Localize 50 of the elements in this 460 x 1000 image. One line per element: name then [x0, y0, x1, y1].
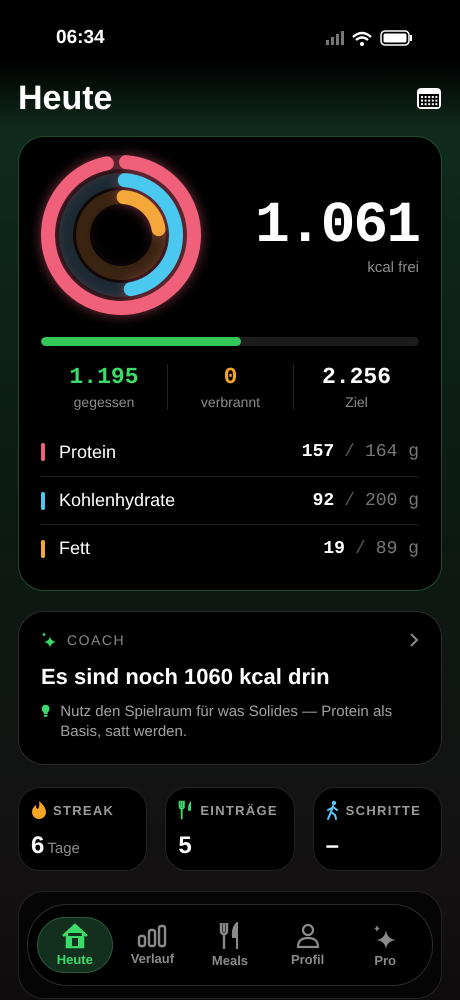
bar-chart-icon	[137, 924, 168, 948]
stat-label: Ziel	[345, 394, 368, 410]
person-icon	[296, 923, 320, 949]
tab-item[interactable]: Meals	[192, 917, 268, 973]
battery-icon	[380, 30, 412, 46]
coach-label: COACH	[67, 632, 126, 648]
remaining-label: kcal frei	[367, 259, 419, 276]
tile-value: 6	[31, 832, 44, 860]
chevron-right-icon[interactable]	[409, 632, 419, 648]
coach-tip: Nutz den Spielraum für was Solides — Protein als Basis, satt werden.	[60, 702, 394, 742]
slash-separator: /	[344, 442, 355, 462]
status-time: 06:34	[56, 27, 105, 49]
tile-value: 5	[178, 832, 192, 860]
tab-item[interactable]: Heute	[36, 917, 113, 973]
tile-value: –	[326, 832, 340, 860]
macro-eaten: 19	[323, 538, 345, 558]
fork-knife-icon	[218, 922, 241, 950]
page-title: Heute	[18, 78, 112, 118]
tile-label: EINTRÄGE	[200, 802, 278, 818]
macro-name: Kohlenhydrate	[59, 490, 176, 511]
stat-value: 0	[224, 364, 238, 390]
tab-item[interactable]: Verlauf	[114, 917, 190, 973]
tab-item[interactable]: Profil	[270, 917, 346, 973]
macro-goal: 200 g	[364, 490, 419, 510]
flame-icon	[31, 800, 47, 820]
slash-separator: /	[344, 490, 355, 510]
sparkle-icon	[41, 632, 57, 648]
coach-headline: Es sind noch 1060 kcal drin	[41, 664, 331, 690]
lightbulb-icon	[41, 702, 50, 720]
stat-label: verbrannt	[200, 394, 260, 410]
remaining-calories: 1.061	[254, 194, 419, 259]
macro-goal: 89 g	[376, 538, 419, 558]
macro-goal: 164 g	[364, 442, 419, 462]
wifi-icon	[352, 30, 372, 46]
tile-unit: Tage	[47, 840, 80, 857]
calendar-icon[interactable]	[416, 86, 442, 110]
walking-person-icon	[326, 800, 340, 820]
home-icon	[60, 923, 89, 949]
slash-separator: /	[354, 538, 366, 558]
stat-value: 1.195	[69, 364, 138, 390]
tab-item[interactable]: Pro	[347, 917, 424, 973]
macro-eaten: 157	[302, 442, 334, 462]
tile-label: STREAK	[53, 802, 114, 818]
macro-name: Fett	[59, 538, 92, 559]
stat-value: 2.256	[322, 364, 391, 390]
tile-label: SCHRITTE	[346, 802, 422, 818]
signal-icon	[326, 31, 344, 45]
macro-name: Protein	[59, 442, 118, 462]
stat-label: gegessen	[74, 394, 134, 410]
macro-eaten: 92	[312, 490, 334, 510]
